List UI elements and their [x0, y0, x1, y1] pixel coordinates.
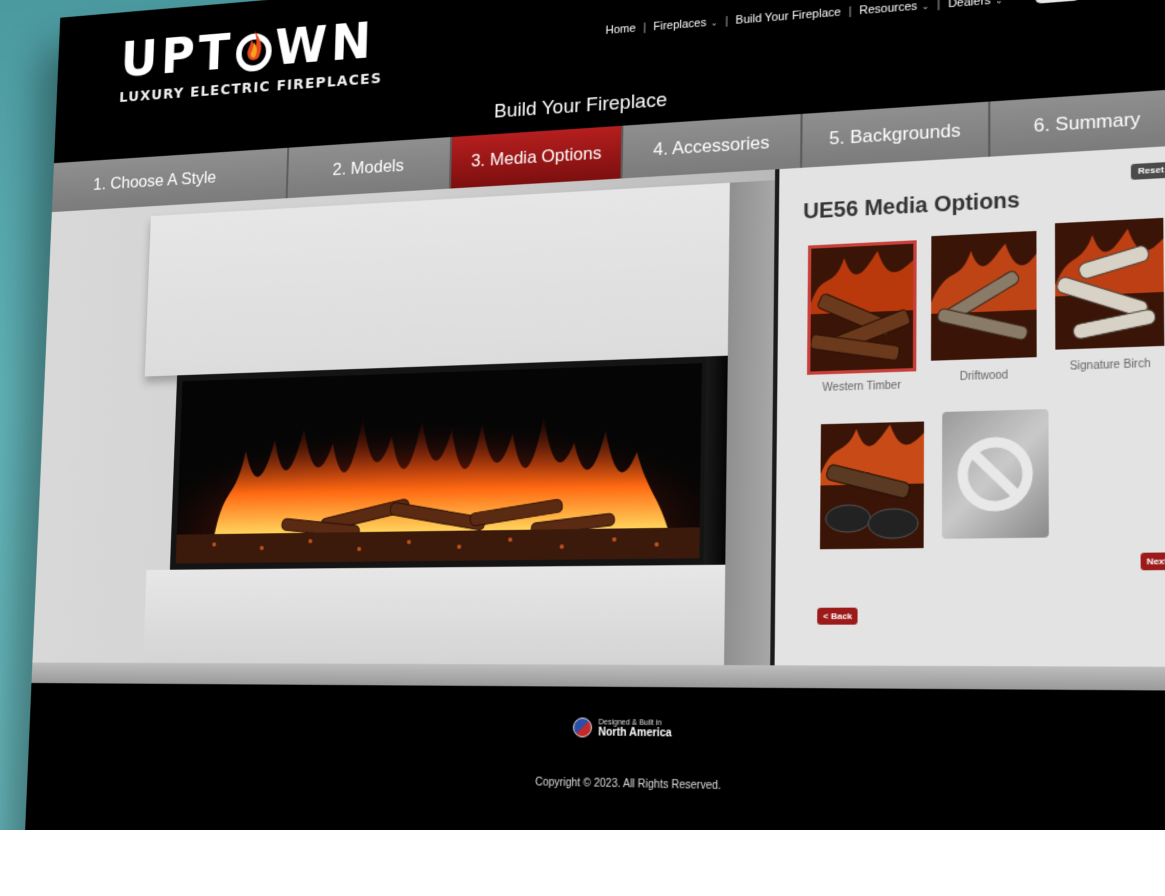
- nav-item-resources[interactable]: Resources ⌄: [859, 0, 929, 17]
- media-option-label: Signature Birch: [1069, 357, 1151, 374]
- firebox-side-glass: [703, 355, 728, 565]
- nav-separator: |: [848, 5, 852, 19]
- chevron-down-icon: ⌄: [995, 0, 1003, 6]
- search-icon: ⚲: [1039, 0, 1046, 1]
- next-button[interactable]: Next >: [1140, 552, 1165, 571]
- media-option-signature-birch[interactable]: Signature Birch: [1055, 217, 1165, 373]
- media-option-label: Western Timber: [822, 379, 901, 395]
- media-option-western-timber[interactable]: Western Timber: [807, 240, 918, 394]
- search-input[interactable]: ⚲: [1034, 0, 1081, 4]
- badge-text: Designed & Built in North America: [598, 718, 672, 740]
- nav-item-label: Resources: [859, 0, 918, 18]
- prohibited-icon: [942, 409, 1049, 539]
- stage: UPT WN LUXURY ELECTRIC FIREPLACES Home |…: [0, 0, 1165, 896]
- chevron-down-icon: ⌄: [921, 0, 930, 11]
- nav-item-home[interactable]: Home: [605, 22, 635, 37]
- media-option-4[interactable]: [820, 421, 925, 554]
- no-media-image: [942, 409, 1050, 539]
- nav-item-label: Dealers: [948, 0, 991, 11]
- fire-illustration: [175, 363, 702, 564]
- media-option-4-image: [820, 421, 925, 550]
- nav-separator: |: [937, 0, 941, 12]
- media-option-grid: Western Timber Driftwood Signature Birch: [807, 217, 1165, 550]
- chevron-down-icon: ⌄: [710, 17, 718, 28]
- nav-item-label: Fireplaces: [653, 16, 707, 34]
- back-button[interactable]: < Back: [817, 607, 858, 625]
- signature-birch-image: [1055, 217, 1165, 350]
- flame-icon: [235, 25, 274, 74]
- badge-line-2: North America: [598, 726, 672, 740]
- nav-item-label: Home: [605, 22, 636, 38]
- flag-badge-icon: [572, 717, 593, 738]
- copyright-text: Copyright © 2023. All Rights Reserved.: [535, 776, 722, 793]
- main-nav: Home | Fireplaces ⌄ | Build Your Firepla…: [605, 0, 1081, 37]
- brand-name-start: UPT: [119, 22, 235, 89]
- nav-item-dealers[interactable]: Dealers ⌄: [948, 0, 1003, 11]
- mantel-top: [144, 182, 730, 377]
- browser-screen: UPT WN LUXURY ELECTRIC FIREPLACES Home |…: [23, 0, 1165, 896]
- media-option-none[interactable]: [942, 409, 1050, 543]
- nav-item-label: Build Your Fireplace: [735, 6, 841, 28]
- brand-logo[interactable]: UPT WN LUXURY ELECTRIC FIREPLACES: [119, 10, 384, 106]
- nav-separator: |: [642, 21, 647, 35]
- north-america-badge: Designed & Built in North America: [572, 717, 672, 740]
- western-timber-image: [807, 240, 918, 375]
- media-option-driftwood[interactable]: Driftwood: [931, 230, 1038, 383]
- options-title: UE56 Media Options: [803, 188, 1020, 225]
- reset-button[interactable]: Reset: [1130, 161, 1165, 180]
- nav-item-fireplaces[interactable]: Fireplaces ⌄: [653, 16, 718, 34]
- nav-item-build-your-fireplace[interactable]: Build Your Fireplace: [736, 6, 841, 27]
- brand-name-end: WN: [273, 10, 376, 77]
- page-bottom-margin: [0, 830, 1165, 896]
- media-options-panel: Reset UE56 Media Options Western Timber …: [770, 144, 1165, 667]
- builder-main: Reset UE56 Media Options Western Timber …: [32, 144, 1165, 667]
- media-option-label: Driftwood: [959, 369, 1009, 384]
- wall-shadow: [724, 179, 776, 666]
- mantel-base: [142, 564, 726, 666]
- firebox: [169, 356, 709, 570]
- nav-separator: |: [725, 14, 729, 28]
- fireplace-preview: [32, 169, 776, 666]
- driftwood-image: [931, 230, 1038, 361]
